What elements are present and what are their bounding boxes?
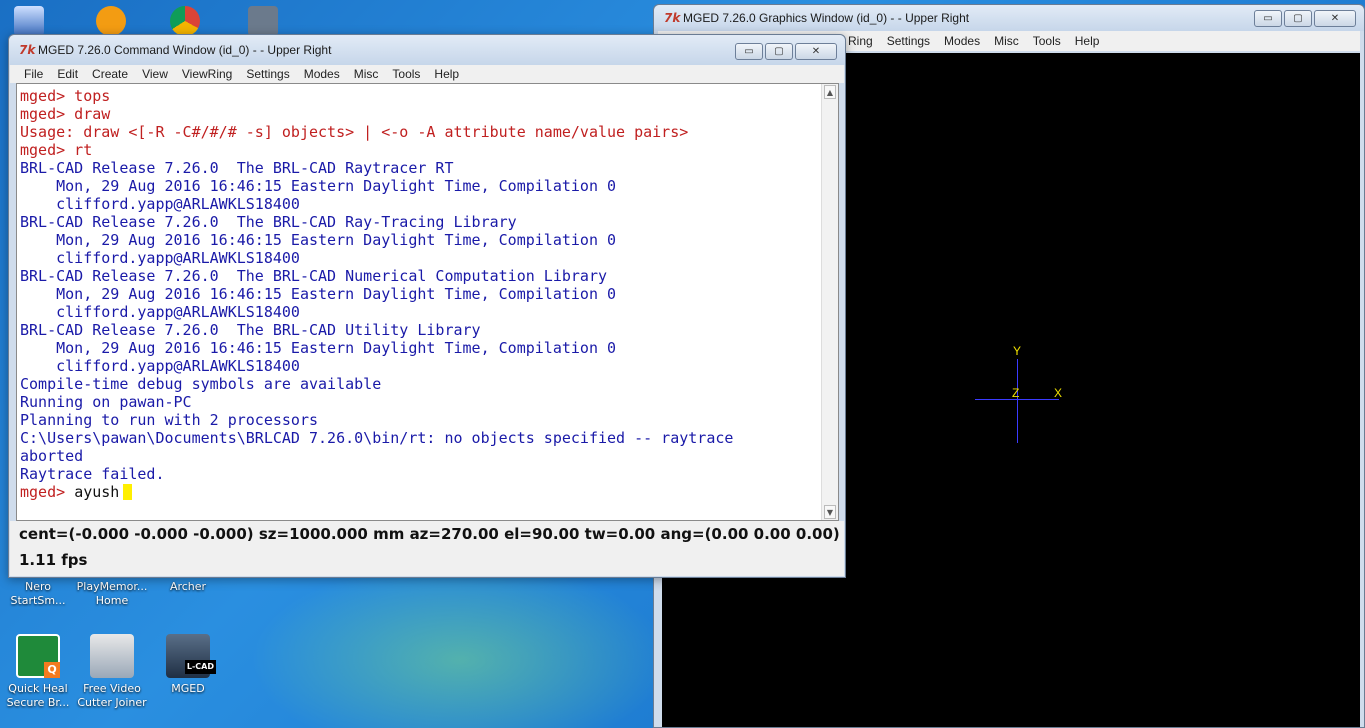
console-output-line: BRL-CAD Release 7.26.0 The BRL-CAD Ray-T… [20, 213, 517, 231]
command-window-titlebar[interactable]: 7k MGED 7.26.0 Command Window (id_0) - -… [9, 35, 845, 65]
console-prompt: mged> [20, 483, 66, 501]
console-output-line: Mon, 29 Aug 2016 16:46:15 Eastern Daylig… [20, 339, 617, 357]
menu-ring[interactable]: Ring [848, 34, 873, 48]
menu-create[interactable]: Create [92, 67, 128, 81]
command-menubar: File Edit Create View ViewRing Settings … [10, 65, 844, 83]
console-output-line: Mon, 29 Aug 2016 16:46:15 Eastern Daylig… [20, 285, 617, 303]
console-output: mged> tops mged> draw Usage: draw <[-R -C#… [20, 87, 820, 501]
desktop-icon-mged[interactable]: MGED [150, 634, 226, 696]
graphics-window-title: MGED 7.26.0 Graphics Window (id_0) - - U… [683, 11, 970, 25]
desktop-icon-label: Archer [169, 580, 207, 593]
console-current-input[interactable]: ayush [74, 483, 119, 501]
console-output-line: C:\Users\pawan\Documents\BRLCAD 7.26.0\b… [20, 429, 734, 447]
minimize-button[interactable]: ▭ [735, 43, 763, 60]
quickheal-icon [16, 634, 60, 678]
menu-viewring[interactable]: ViewRing [182, 67, 232, 81]
chrome-icon[interactable] [170, 6, 200, 36]
command-window-title: MGED 7.26.0 Command Window (id_0) - - Up… [38, 43, 332, 57]
minimize-button[interactable]: ▭ [1254, 10, 1282, 27]
command-window[interactable]: 7k MGED 7.26.0 Command Window (id_0) - -… [8, 34, 846, 578]
console-command-line: mged> tops [20, 87, 111, 105]
menu-file[interactable]: File [24, 67, 43, 81]
scroll-up-icon[interactable]: ▲ [824, 85, 836, 99]
menu-help[interactable]: Help [1075, 34, 1100, 48]
close-button[interactable]: ✕ [1314, 10, 1356, 27]
close-button[interactable]: ✕ [795, 43, 837, 60]
fps-status-line: 1.11 fps [19, 551, 88, 569]
command-console[interactable]: mged> tops mged> draw Usage: draw <[-R -C#… [16, 83, 839, 521]
wallpaper-glow [250, 560, 670, 728]
window-controls: ▭ ▢ ✕ [1254, 10, 1356, 27]
console-output-line: Usage: draw <[-R -C#/#/# -s] objects> | … [20, 123, 689, 141]
view-status-line: cent=(-0.000 -0.000 -0.000) sz=1000.000 … [19, 525, 840, 543]
tool-icon[interactable] [248, 6, 278, 36]
menu-misc[interactable]: Misc [994, 34, 1019, 48]
desktop-icon-archer[interactable]: Archer [150, 580, 226, 594]
console-command-line: mged> draw [20, 105, 111, 123]
console-output-line: Running on pawan-PC [20, 393, 192, 411]
video-cutter-icon [90, 634, 134, 678]
scratch-cat-icon[interactable] [96, 6, 126, 36]
desktop-icon-label: Nero StartSm... [10, 580, 66, 607]
z-axis-label: Z [1012, 386, 1020, 400]
desktop-icon-label: Quick Heal [8, 682, 68, 695]
menu-tools[interactable]: Tools [392, 67, 420, 81]
console-output-line: BRL-CAD Release 7.26.0 The BRL-CAD Raytr… [20, 159, 454, 177]
console-output-line: Mon, 29 Aug 2016 16:46:15 Eastern Daylig… [20, 231, 617, 249]
window-controls: ▭ ▢ ✕ [735, 43, 837, 60]
console-output-line: aborted [20, 447, 84, 465]
console-scrollbar[interactable]: ▲ ▼ [821, 84, 838, 520]
desktop-icon-label: MGED [171, 682, 205, 695]
desktop-icon-label: Cutter Joiner [77, 696, 147, 709]
console-output-line: clifford.yapp@ARLAWKLS18400 [20, 303, 300, 321]
text-cursor [123, 484, 133, 500]
menu-help[interactable]: Help [434, 67, 459, 81]
console-output-line: clifford.yapp@ARLAWKLS18400 [20, 249, 300, 267]
desktop-icon-label: PlayMemor... Home [76, 580, 148, 607]
desktop-icon-label: Secure Br... [6, 696, 70, 709]
console-output-line: Compile-time debug symbols are available [20, 375, 382, 393]
desktop-icon-playmemories[interactable]: PlayMemor... Home [74, 580, 150, 608]
console-output-line: Mon, 29 Aug 2016 16:46:15 Eastern Daylig… [20, 177, 617, 195]
maximize-button[interactable]: ▢ [765, 43, 793, 60]
desktop-icon-quickheal[interactable]: Quick Heal Secure Br... [0, 634, 76, 710]
console-output-line: Planning to run with 2 processors [20, 411, 319, 429]
console-command-line: mged> rt [20, 141, 93, 159]
maximize-button[interactable]: ▢ [1284, 10, 1312, 27]
mged-icon [166, 634, 216, 678]
menu-edit[interactable]: Edit [57, 67, 78, 81]
tk-feather-icon: 7k [664, 11, 681, 25]
menu-tools[interactable]: Tools [1033, 34, 1061, 48]
menu-view[interactable]: View [142, 67, 168, 81]
desktop-icon-nero[interactable]: Nero StartSm... [0, 580, 76, 608]
menu-modes[interactable]: Modes [304, 67, 340, 81]
y-axis-line [1017, 359, 1018, 443]
desktop-icon-video-cutter[interactable]: Free Video Cutter Joiner [74, 634, 150, 710]
y-axis-label: Y [1013, 344, 1022, 358]
computer-icon[interactable] [14, 6, 44, 36]
menu-settings[interactable]: Settings [887, 34, 930, 48]
graphics-window-titlebar[interactable]: 7k MGED 7.26.0 Graphics Window (id_0) - … [654, 5, 1364, 31]
menu-misc[interactable]: Misc [354, 67, 379, 81]
console-output-line: BRL-CAD Release 7.26.0 The BRL-CAD Numer… [20, 267, 607, 285]
x-axis-label: X [1054, 386, 1063, 400]
console-input-line[interactable]: mged> ayush [20, 483, 820, 501]
console-output-line: clifford.yapp@ARLAWKLS18400 [20, 195, 300, 213]
tk-feather-icon: 7k [19, 43, 36, 57]
scroll-down-icon[interactable]: ▼ [824, 505, 836, 519]
console-output-line: BRL-CAD Release 7.26.0 The BRL-CAD Utili… [20, 321, 481, 339]
menu-settings[interactable]: Settings [246, 67, 289, 81]
console-output-line: Raytrace failed. [20, 465, 165, 483]
menu-modes[interactable]: Modes [944, 34, 980, 48]
console-output-line: clifford.yapp@ARLAWKLS18400 [20, 357, 300, 375]
desktop-icon-label: Free Video [83, 682, 141, 695]
